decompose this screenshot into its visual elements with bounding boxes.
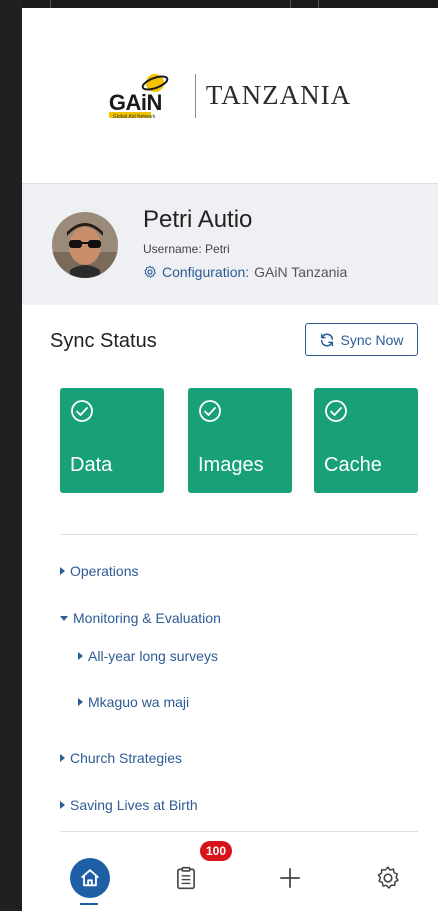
check-circle-icon [71, 400, 93, 422]
profile-card: Petri Autio Username: Petri Configuratio… [22, 183, 438, 305]
active-tab-indicator [80, 903, 98, 905]
menu-subitem-surveys[interactable]: All-year long surveys [78, 648, 218, 664]
menu-item-operations[interactable]: Operations [60, 563, 138, 579]
avatar[interactable] [52, 212, 118, 278]
section-divider [60, 831, 418, 832]
app-header: GAiN Global Aid Network TANZANIA [22, 8, 438, 183]
caret-right-icon [78, 698, 83, 706]
menu-subitem-mkaguo[interactable]: Mkaguo wa maji [78, 694, 189, 710]
gain-logo-mark: GAiN Global Aid Network [108, 70, 185, 122]
configuration-link[interactable]: Configuration: GAiN Tanzania [143, 264, 347, 280]
nav-add-button[interactable] [268, 856, 312, 900]
sync-tile-label: Cache [324, 454, 382, 476]
check-circle-icon [199, 400, 221, 422]
gear-icon [377, 866, 399, 889]
logo-divider [194, 73, 196, 118]
sync-tile-label: Images [198, 454, 264, 476]
menu-item-label: Saving Lives at Birth [70, 797, 198, 813]
check-circle-icon [325, 400, 347, 422]
menu-item-church-strategies[interactable]: Church Strategies [60, 750, 182, 766]
bottom-navigation: 100 [22, 841, 438, 911]
gear-icon [144, 265, 156, 278]
clipboard-icon [177, 866, 195, 890]
sync-status-title: Sync Status [50, 330, 157, 352]
gain-tanzania-logo: GAiN Global Aid Network TANZANIA [108, 70, 352, 122]
profile-name: Petri Autio [143, 206, 253, 233]
plus-icon [280, 868, 300, 888]
tasks-count-badge: 100 [200, 841, 232, 861]
nav-home-button[interactable] [68, 856, 112, 900]
sync-now-label: Sync Now [340, 331, 404, 348]
menu-item-saving-lives[interactable]: Saving Lives at Birth [60, 797, 198, 813]
nav-tasks-button[interactable] [164, 856, 208, 900]
refresh-icon [321, 333, 334, 346]
caret-right-icon [60, 754, 65, 762]
menu-item-label: Operations [70, 563, 139, 579]
caret-down-icon [60, 615, 68, 621]
caret-right-icon [78, 652, 83, 660]
sync-tile-label: Data [70, 454, 113, 476]
configuration-label: Configuration: [162, 264, 250, 280]
top-window-strip [22, 0, 438, 8]
home-icon [70, 858, 110, 898]
nav-settings-button[interactable] [366, 856, 410, 900]
profile-username: Username: Petri [143, 242, 230, 256]
sync-tile-data[interactable]: Data [60, 388, 164, 493]
logo-country: TANZANIA [205, 80, 352, 110]
menu-item-label: Mkaguo wa maji [88, 694, 190, 710]
window-left-border [0, 0, 22, 911]
sync-tile-images[interactable]: Images [188, 388, 292, 493]
app-screen: GAiN Global Aid Network TANZANIA Petri A… [22, 8, 438, 911]
menu-item-label: Church Strategies [70, 750, 183, 766]
configuration-value: GAiN Tanzania [254, 264, 348, 280]
caret-right-icon [60, 567, 65, 575]
sync-now-button[interactable]: Sync Now [305, 323, 418, 356]
menu-item-monitoring[interactable]: Monitoring & Evaluation [60, 610, 221, 626]
logo-wordmark: GAiN [108, 89, 163, 115]
caret-right-icon [60, 801, 65, 809]
menu-item-label: Monitoring & Evaluation [73, 610, 221, 626]
logo-tagline: Global Aid Network [112, 113, 156, 120]
sync-tile-cache[interactable]: Cache [314, 388, 418, 493]
menu-item-label: All-year long surveys [88, 648, 218, 664]
section-divider [60, 534, 418, 535]
